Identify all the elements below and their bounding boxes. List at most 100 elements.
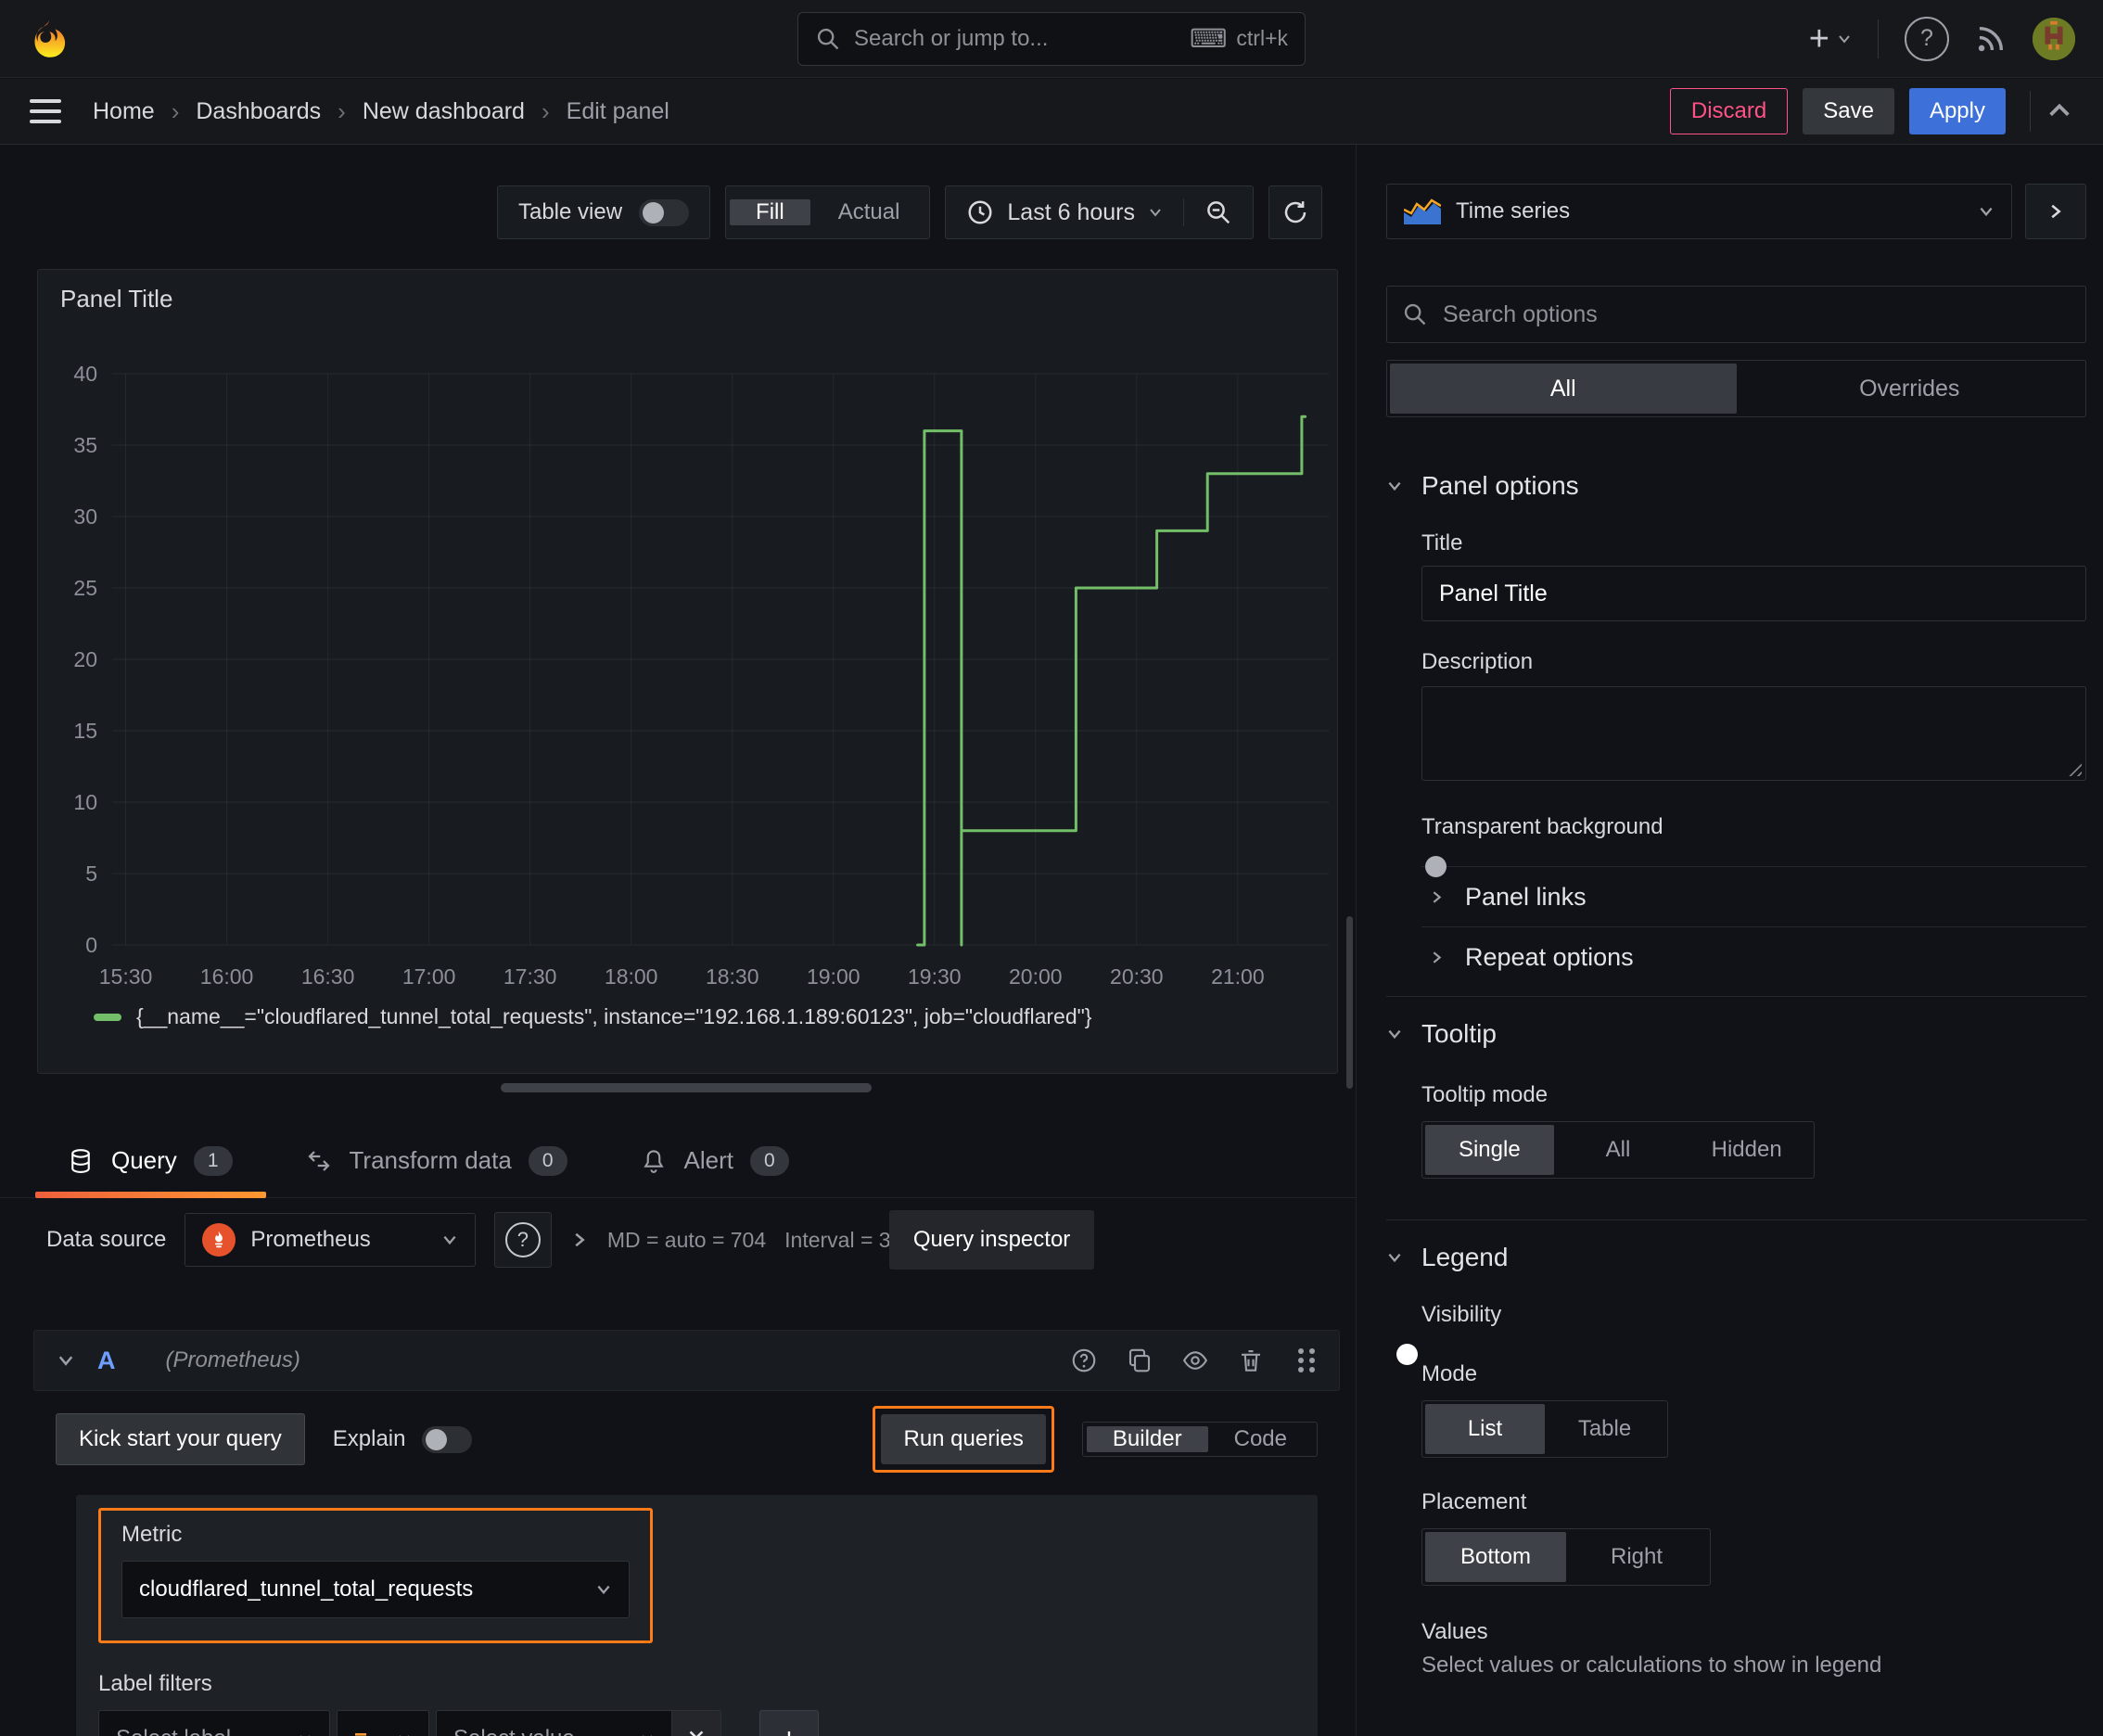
run-queries-button[interactable]: Run queries <box>881 1414 1046 1464</box>
database-icon <box>71 1148 90 1173</box>
query-inspector-button[interactable]: Query inspector <box>888 1210 1095 1270</box>
drag-handle-icon[interactable] <box>1298 1348 1304 1354</box>
explain-switch[interactable] <box>422 1425 473 1453</box>
top-nav: Search or jump to... ⌨ ctrl+k + ? <box>0 0 2103 78</box>
chart-legend[interactable]: {__name__="cloudflared_tunnel_total_requ… <box>94 1004 1091 1029</box>
visualization-select[interactable]: Time series <box>1386 184 2012 239</box>
tab-query[interactable]: Query 1 <box>35 1124 265 1198</box>
legend-mode-group: List Table <box>1421 1400 1668 1458</box>
svg-text:18:00: 18:00 <box>605 964 658 989</box>
title-label: Title <box>1421 530 1463 555</box>
tab-all[interactable]: All <box>1390 364 1737 414</box>
breadcrumb-new-dashboard[interactable]: New dashboard <box>363 98 525 125</box>
grafana-logo-icon[interactable] <box>28 18 70 60</box>
tooltip-mode-group: Single All Hidden <box>1421 1121 1815 1179</box>
time-range-picker[interactable]: Last 6 hours <box>946 198 1183 226</box>
avatar[interactable] <box>2033 17 2075 60</box>
panel-links-section[interactable]: Panel links <box>1421 867 2086 926</box>
menu-icon[interactable] <box>30 99 61 123</box>
tab-overrides[interactable]: Overrides <box>1737 364 2084 414</box>
chevron-right-icon <box>1433 890 1442 903</box>
datasource-select[interactable]: Prometheus <box>185 1213 476 1267</box>
metric-select[interactable]: cloudflared_tunnel_total_requests <box>121 1561 630 1618</box>
table-view-switch[interactable] <box>639 198 690 226</box>
refresh-icon <box>1284 201 1306 223</box>
select-value-dropdown[interactable]: Select value <box>436 1710 672 1736</box>
time-series-chart[interactable]: 0 5 10 15 20 25 30 35 40 15:30 16:00 16:30 17:00 17:3… <box>38 270 1337 1073</box>
search-input[interactable]: Search or jump to... ⌨ ctrl+k <box>797 11 1306 66</box>
discard-button[interactable]: Discard <box>1669 88 1789 134</box>
kick-start-button[interactable]: Kick start your query <box>56 1413 305 1465</box>
chevron-down-icon <box>1980 207 1993 217</box>
panel-links-label: Panel links <box>1465 882 1587 911</box>
select-label-dropdown[interactable]: Select label <box>98 1710 330 1736</box>
add-menu-button[interactable]: + <box>1809 21 1852 57</box>
legend-table-option[interactable]: Table <box>1545 1404 1664 1454</box>
panel-options-section[interactable]: Panel options <box>1386 471 2086 501</box>
time-range-group: Last 6 hours <box>945 185 1254 239</box>
eye-icon[interactable] <box>1181 1347 1209 1374</box>
refresh-button[interactable] <box>1268 185 1322 239</box>
visualization-value: Time series <box>1456 198 1571 223</box>
tooltip-hidden-option[interactable]: Hidden <box>1682 1125 1811 1175</box>
legend-list-option[interactable]: List <box>1425 1404 1545 1454</box>
save-button[interactable]: Save <box>1803 88 1894 134</box>
tooltip-single-option[interactable]: Single <box>1425 1125 1554 1175</box>
toggle-viz-picker-button[interactable] <box>2025 184 2086 239</box>
operator-dropdown[interactable]: = <box>337 1710 429 1736</box>
query-ref-id[interactable]: A <box>97 1347 116 1375</box>
builder-option[interactable]: Builder <box>1086 1426 1208 1452</box>
rss-icon[interactable] <box>1975 23 2007 55</box>
prometheus-icon <box>202 1223 236 1257</box>
actual-option[interactable]: Actual <box>812 199 926 225</box>
zoom-out-button[interactable] <box>1183 198 1253 226</box>
title-input[interactable]: Panel Title <box>1421 566 2086 621</box>
metric-highlight: Metric cloudflared_tunnel_total_requests <box>98 1508 653 1643</box>
trash-icon[interactable] <box>1237 1347 1265 1374</box>
repeat-options-section[interactable]: Repeat options <box>1421 927 2086 987</box>
datasource-value: Prometheus <box>250 1227 371 1252</box>
query-options-chevron-icon[interactable] <box>570 1231 589 1249</box>
table-view-toggle[interactable]: Table view <box>496 185 711 239</box>
collapse-chevron-icon[interactable] <box>57 1351 75 1370</box>
remove-filter-button[interactable]: ✕ <box>672 1710 721 1736</box>
svg-text:30: 30 <box>73 504 97 529</box>
breadcrumb-home[interactable]: Home <box>93 98 155 125</box>
breadcrumb-separator: › <box>171 96 180 125</box>
search-options-input[interactable]: Search options <box>1386 286 2086 343</box>
code-option[interactable]: Code <box>1208 1426 1313 1452</box>
placement-right-option[interactable]: Right <box>1566 1532 1707 1582</box>
legend-section[interactable]: Legend <box>1386 1243 2086 1272</box>
chevron-down-icon <box>643 1735 652 1736</box>
add-icon: + <box>781 1722 798 1736</box>
chevron-down-icon <box>443 1235 456 1245</box>
add-filter-button[interactable]: + <box>759 1710 819 1736</box>
options-tabs: All Overrides <box>1386 360 2086 417</box>
chevron-up-icon[interactable] <box>2046 97 2073 125</box>
help-button[interactable]: ? <box>1905 16 1949 61</box>
chevron-right-icon <box>2051 204 2061 219</box>
grafana-app: Search or jump to... ⌨ ctrl+k + ? Home ›… <box>0 0 2103 1736</box>
copy-icon[interactable] <box>1126 1347 1153 1374</box>
chart-panel: Panel Title 0 5 10 15 20 25 30 35 40 15:30 16:00 16… <box>37 269 1338 1074</box>
svg-text:20:30: 20:30 <box>1110 964 1164 989</box>
datasource-help-button[interactable]: ? <box>493 1212 552 1268</box>
table-view-label: Table view <box>517 199 623 224</box>
description-textarea[interactable] <box>1421 686 2086 781</box>
breadcrumb-dashboards[interactable]: Dashboards <box>196 98 321 125</box>
close-icon: ✕ <box>687 1725 707 1736</box>
tooltip-all-option[interactable]: All <box>1554 1125 1683 1175</box>
fill-option[interactable]: Fill <box>730 199 810 225</box>
query-header: A (Prometheus) <box>33 1330 1340 1391</box>
tab-alert[interactable]: Alert 0 <box>640 1124 789 1197</box>
panel-resize-handle[interactable] <box>501 1083 872 1092</box>
tooltip-section[interactable]: Tooltip <box>1386 1019 2086 1049</box>
tab-transform[interactable]: Transform data 0 <box>305 1124 567 1197</box>
help-icon[interactable] <box>1070 1347 1098 1374</box>
query-toolbar: Kick start your query Explain Run querie… <box>33 1406 1340 1473</box>
scrollbar-thumb[interactable] <box>1346 916 1353 1089</box>
chevron-down-icon <box>300 1735 310 1736</box>
title-value: Panel Title <box>1439 580 1548 606</box>
placement-bottom-option[interactable]: Bottom <box>1425 1532 1566 1582</box>
apply-button[interactable]: Apply <box>1908 88 2006 134</box>
